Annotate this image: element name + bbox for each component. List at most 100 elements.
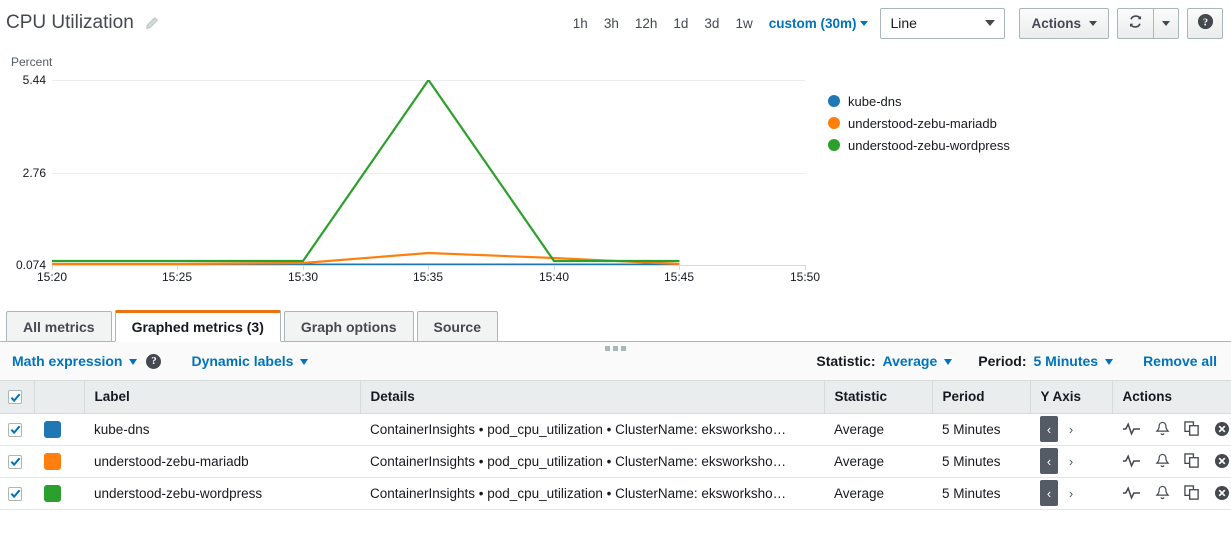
period-value[interactable]: 5 Minutes (1033, 353, 1098, 369)
yaxis-right-button[interactable]: › (1062, 448, 1080, 474)
row-statistic[interactable]: Average (824, 445, 932, 478)
chevron-down-icon[interactable] (944, 359, 953, 365)
tab-graphed-metrics[interactable]: Graphed metrics (3) (114, 310, 281, 342)
time-range-12h[interactable]: 12h (627, 12, 666, 35)
statistic-value[interactable]: Average (883, 353, 938, 369)
help-icon[interactable]: ? (146, 353, 162, 369)
x-tick-label: 15:20 (36, 270, 68, 284)
pulse-icon[interactable] (1122, 422, 1141, 436)
row-period[interactable]: 5 Minutes (932, 445, 1030, 478)
yaxis-left-button[interactable]: ‹ (1040, 448, 1058, 474)
bell-icon[interactable] (1155, 485, 1170, 501)
row-select-cell (0, 413, 34, 446)
remove-icon[interactable] (1214, 453, 1230, 469)
period-group: Period: 5 Minutes (978, 353, 1114, 369)
dynamic-labels-group: Dynamic labels (191, 353, 309, 369)
remove-all-button[interactable]: Remove all (1143, 353, 1217, 369)
series-line-mariadb (52, 251, 680, 265)
yaxis-left-button[interactable]: ‹ (1040, 416, 1058, 442)
duplicate-icon[interactable] (1184, 421, 1200, 437)
statistic-column-header: Statistic (824, 381, 933, 414)
dynamic-labels-button[interactable]: Dynamic labels (191, 353, 293, 369)
table-row[interactable]: understood-zebu-wordpress ContainerInsig… (0, 477, 1231, 510)
time-range-1d[interactable]: 1d (665, 12, 696, 35)
legend-label: understood-zebu-mariadb (848, 115, 997, 131)
chart-legend: kube-dns understood-zebu-mariadb underst… (828, 90, 1010, 156)
yaxis-right-button[interactable]: › (1062, 480, 1080, 506)
chevron-down-icon[interactable] (860, 20, 869, 26)
legend-color-dot (828, 95, 840, 107)
legend-color-dot (828, 139, 840, 151)
panel-resize-handle[interactable] (0, 346, 1231, 351)
row-period[interactable]: 5 Minutes (932, 413, 1030, 446)
legend-item-kube-dns[interactable]: kube-dns (828, 90, 1010, 112)
select-all-checkbox[interactable] (8, 390, 22, 405)
bell-icon[interactable] (1155, 421, 1170, 437)
chevron-down-icon[interactable] (1105, 359, 1114, 365)
actions-button[interactable]: Actions (1019, 7, 1109, 39)
chevron-down-icon[interactable] (129, 359, 138, 365)
row-statistic[interactable]: Average (824, 477, 932, 510)
statistic-label: Statistic: (816, 353, 876, 369)
time-range-3d[interactable]: 3d (696, 12, 727, 35)
row-yaxis: ‹ › (1030, 477, 1112, 510)
series-color-swatch[interactable] (44, 452, 61, 470)
resize-dot (605, 346, 610, 351)
label-column-header: Label (84, 381, 361, 414)
time-range-1h[interactable]: 1h (565, 12, 596, 35)
remove-icon[interactable] (1214, 485, 1230, 501)
bell-icon[interactable] (1155, 453, 1170, 469)
color-column-header (34, 381, 85, 414)
row-yaxis: ‹ › (1030, 413, 1112, 446)
yaxis-column-header: Y Axis (1030, 381, 1113, 414)
row-checkbox[interactable] (8, 454, 22, 469)
time-range-selector: 1h 3h 12h 1d 3d 1w custom (30m) (565, 12, 881, 35)
duplicate-icon[interactable] (1184, 453, 1200, 469)
time-range-1w[interactable]: 1w (727, 12, 760, 35)
resize-dot (613, 346, 618, 351)
row-checkbox[interactable] (8, 422, 22, 437)
row-details: ContainerInsights • pod_cpu_utilization … (360, 477, 824, 510)
row-statistic[interactable]: Average (824, 413, 932, 446)
math-expression-button[interactable]: Math expression (12, 353, 122, 369)
time-range-3h[interactable]: 3h (596, 12, 627, 35)
series-color-swatch[interactable] (44, 484, 61, 502)
legend-color-dot (828, 117, 840, 129)
table-row[interactable]: understood-zebu-mariadb ContainerInsight… (0, 445, 1231, 478)
row-yaxis: ‹ › (1030, 445, 1112, 478)
time-range-custom[interactable]: custom (30m) (761, 12, 861, 35)
chevron-down-icon[interactable] (300, 359, 309, 365)
table-row[interactable]: kube-dns ContainerInsights • pod_cpu_uti… (0, 413, 1231, 446)
graph-type-select[interactable]: Line (880, 7, 1006, 39)
legend-item-mariadb[interactable]: understood-zebu-mariadb (828, 112, 1010, 134)
series-color-swatch[interactable] (44, 420, 61, 438)
x-tick-label: 15:40 (538, 270, 570, 284)
yaxis-right-button[interactable]: › (1062, 416, 1080, 442)
y-tick-label: 5.44 (22, 73, 46, 87)
row-select-cell (0, 477, 34, 510)
pulse-icon[interactable] (1122, 454, 1141, 468)
graph-type-value: Line (890, 15, 917, 31)
period-label: Period: (978, 353, 1027, 369)
legend-item-wordpress[interactable]: understood-zebu-wordpress (828, 134, 1010, 156)
yaxis-toggle: ‹ › (1040, 448, 1102, 474)
tab-all-metrics[interactable]: All metrics (6, 311, 112, 342)
chart-plot-area[interactable] (52, 80, 805, 266)
tab-graph-options[interactable]: Graph options (283, 311, 414, 342)
row-checkbox[interactable] (8, 486, 22, 501)
row-label: understood-zebu-wordpress (84, 477, 360, 510)
duplicate-icon[interactable] (1184, 485, 1200, 501)
refresh-button[interactable] (1117, 7, 1154, 39)
help-button[interactable]: ? (1187, 7, 1223, 39)
row-period[interactable]: 5 Minutes (932, 477, 1030, 510)
pencil-icon[interactable] (144, 16, 159, 31)
refresh-options-button[interactable] (1154, 7, 1179, 39)
remove-icon[interactable] (1214, 421, 1230, 437)
yaxis-left-button[interactable]: ‹ (1040, 480, 1058, 506)
row-actions (1112, 445, 1231, 478)
row-actions (1112, 413, 1231, 446)
row-color-cell (34, 477, 84, 510)
tab-source[interactable]: Source (416, 311, 498, 342)
row-actions (1112, 477, 1231, 510)
pulse-icon[interactable] (1122, 486, 1141, 500)
